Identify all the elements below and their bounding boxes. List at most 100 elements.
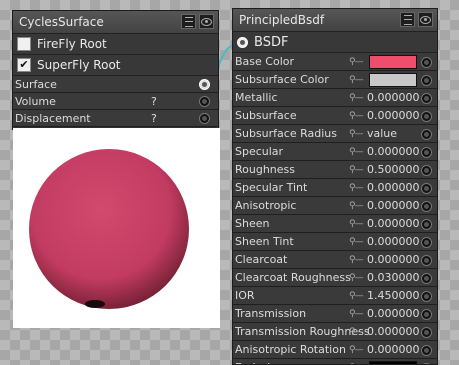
bsdf-input-value[interactable]: 0.000000 bbox=[367, 325, 420, 338]
key-icon[interactable]: ⚲— bbox=[349, 57, 364, 67]
bsdf-input-value[interactable]: 0.000000 bbox=[367, 145, 420, 158]
key-icon[interactable]: ⚲— bbox=[349, 147, 364, 157]
bsdf-input-value[interactable]: 0.000000 bbox=[367, 217, 420, 230]
color-swatch[interactable] bbox=[369, 55, 417, 69]
key-icon[interactable]: ⚲— bbox=[349, 345, 364, 355]
bsdf-input-row: Roughness ⚲— 0.500000 bbox=[233, 161, 437, 179]
bsdf-input-row: Subsurface ⚲— 0.000000 bbox=[233, 107, 437, 125]
displacement-input-socket[interactable] bbox=[199, 113, 210, 124]
bsdf-output-socket[interactable] bbox=[237, 36, 248, 48]
bsdf-input-label: Specular bbox=[235, 145, 284, 158]
bsdf-input-socket[interactable] bbox=[421, 93, 432, 104]
bsdf-input-label: Metallic bbox=[235, 91, 278, 104]
surface-row: Surface bbox=[13, 76, 218, 93]
key-icon[interactable]: ⚲— bbox=[349, 183, 364, 193]
bsdf-input-label: Base Color bbox=[235, 55, 295, 68]
bsdf-input-socket[interactable] bbox=[421, 201, 432, 212]
bsdf-input-label: Subsurface bbox=[235, 109, 297, 122]
eye-icon[interactable] bbox=[199, 14, 214, 29]
key-icon[interactable]: ⚲— bbox=[349, 309, 364, 319]
bsdf-input-row: Emission⚲— bbox=[233, 359, 437, 364]
bsdf-input-socket[interactable] bbox=[421, 183, 432, 194]
bsdf-input-socket[interactable] bbox=[421, 345, 432, 356]
bsdf-input-value[interactable]: 1.450000 bbox=[367, 289, 420, 302]
key-icon[interactable]: ⚲— bbox=[349, 255, 364, 265]
bsdf-input-row: IOR ⚲— 1.450000 bbox=[233, 287, 437, 305]
surface-input-socket[interactable] bbox=[199, 79, 210, 90]
material-preview bbox=[13, 128, 220, 328]
bsdf-input-socket[interactable] bbox=[421, 111, 432, 122]
cycles-node-header[interactable]: CyclesSurface bbox=[13, 11, 218, 34]
bsdf-input-value[interactable]: 0.000000 bbox=[367, 181, 420, 194]
bsdf-input-socket[interactable] bbox=[421, 273, 432, 284]
key-icon[interactable]: ⚲— bbox=[349, 237, 364, 247]
volume-row: Volume ? bbox=[13, 93, 218, 110]
bsdf-input-socket[interactable] bbox=[421, 147, 432, 158]
firefly-root-row: FireFly Root bbox=[13, 34, 218, 55]
list-icon[interactable] bbox=[400, 12, 415, 27]
color-swatch[interactable] bbox=[369, 73, 417, 87]
cycles-surface-node[interactable]: CyclesSurface FireFly Root ✔ SuperFly Ro… bbox=[12, 10, 219, 130]
firefly-root-label: FireFly Root bbox=[37, 37, 107, 51]
volume-input-socket[interactable] bbox=[199, 96, 210, 107]
key-icon[interactable]: ⚲— bbox=[349, 93, 364, 103]
bsdf-input-value[interactable]: 0.000000 bbox=[367, 109, 420, 122]
bsdf-input-row: Specular ⚲— 0.000000 bbox=[233, 143, 437, 161]
bsdf-input-row: Transmission Roughness ⚲— 0.000000 bbox=[233, 323, 437, 341]
bsdf-input-label: Subsurface Radius bbox=[235, 127, 337, 140]
key-icon[interactable]: ⚲— bbox=[349, 291, 364, 301]
bsdf-input-socket[interactable] bbox=[421, 327, 432, 338]
bsdf-input-label: Anisotropic bbox=[235, 199, 297, 212]
bsdf-input-socket[interactable] bbox=[421, 237, 432, 248]
bsdf-input-value[interactable]: 0.000000 bbox=[367, 343, 420, 356]
principled-bsdf-node[interactable]: PrincipledBsdf BSDF Base Color ⚲— Subsurfa… bbox=[232, 8, 438, 365]
bsdf-input-socket[interactable] bbox=[421, 129, 432, 140]
key-icon[interactable]: ⚲— bbox=[349, 129, 364, 139]
color-swatch[interactable] bbox=[369, 361, 417, 364]
key-icon[interactable]: ⚲— bbox=[349, 201, 364, 211]
bsdf-input-label: Emission bbox=[235, 361, 284, 364]
bsdf-output-row: BSDF bbox=[233, 32, 437, 53]
bsdf-input-socket[interactable] bbox=[421, 219, 432, 230]
bsdf-input-value[interactable]: 0.000000 bbox=[367, 199, 420, 212]
bsdf-input-label: Subsurface Color bbox=[235, 73, 329, 86]
bsdf-input-value[interactable]: 0.030000 bbox=[367, 271, 420, 284]
bsdf-input-value[interactable]: 0.000000 bbox=[367, 91, 420, 104]
volume-label: Volume bbox=[15, 94, 56, 108]
bsdf-input-row: Anisotropic ⚲— 0.000000 bbox=[233, 197, 437, 215]
key-icon[interactable]: ⚲— bbox=[349, 75, 364, 85]
eye-icon[interactable] bbox=[418, 12, 433, 27]
bsdf-input-row: Subsurface Color ⚲— bbox=[233, 71, 437, 89]
key-icon[interactable]: ⚲— bbox=[349, 273, 364, 283]
bsdf-input-socket[interactable] bbox=[421, 255, 432, 266]
key-icon[interactable]: ⚲— bbox=[349, 165, 364, 175]
bsdf-input-row: Clearcoat Roughness ⚲— 0.030000 bbox=[233, 269, 437, 287]
bsdf-input-value[interactable]: value bbox=[367, 127, 397, 140]
bsdf-input-socket[interactable] bbox=[421, 309, 432, 320]
bsdf-input-row: Sheen Tint ⚲— 0.000000 bbox=[233, 233, 437, 251]
bsdf-input-socket[interactable] bbox=[421, 291, 432, 302]
key-icon[interactable]: ⚲— bbox=[349, 327, 364, 337]
superfly-root-checkbox[interactable]: ✔ bbox=[17, 58, 31, 72]
displacement-label: Displacement bbox=[15, 111, 91, 125]
superfly-root-label: SuperFly Root bbox=[37, 58, 121, 72]
bsdf-input-socket[interactable] bbox=[421, 165, 432, 176]
key-icon[interactable]: ⚲— bbox=[349, 219, 364, 229]
principled-node-header[interactable]: PrincipledBsdf bbox=[233, 9, 437, 32]
bsdf-input-value[interactable]: 0.500000 bbox=[367, 163, 420, 176]
bsdf-input-value[interactable]: 0.000000 bbox=[367, 307, 420, 320]
bsdf-input-label: Sheen bbox=[235, 217, 270, 230]
bsdf-input-value[interactable]: 0.000000 bbox=[367, 235, 420, 248]
superfly-root-row: ✔ SuperFly Root bbox=[13, 55, 218, 76]
key-icon[interactable]: ⚲— bbox=[349, 111, 364, 121]
bsdf-input-label: Transmission bbox=[235, 307, 307, 320]
bsdf-input-label: Roughness bbox=[235, 163, 296, 176]
list-icon[interactable] bbox=[181, 14, 196, 29]
displacement-row: Displacement ? bbox=[13, 110, 218, 127]
bsdf-input-socket[interactable] bbox=[421, 75, 432, 86]
bsdf-input-value[interactable]: 0.000000 bbox=[367, 253, 420, 266]
bsdf-input-label: Clearcoat Roughness bbox=[235, 271, 351, 284]
firefly-root-checkbox[interactable] bbox=[17, 37, 31, 51]
bsdf-inputs-list: Base Color ⚲— Subsurface Color ⚲— Metallic ⚲—… bbox=[233, 53, 437, 364]
bsdf-input-socket[interactable] bbox=[421, 57, 432, 68]
